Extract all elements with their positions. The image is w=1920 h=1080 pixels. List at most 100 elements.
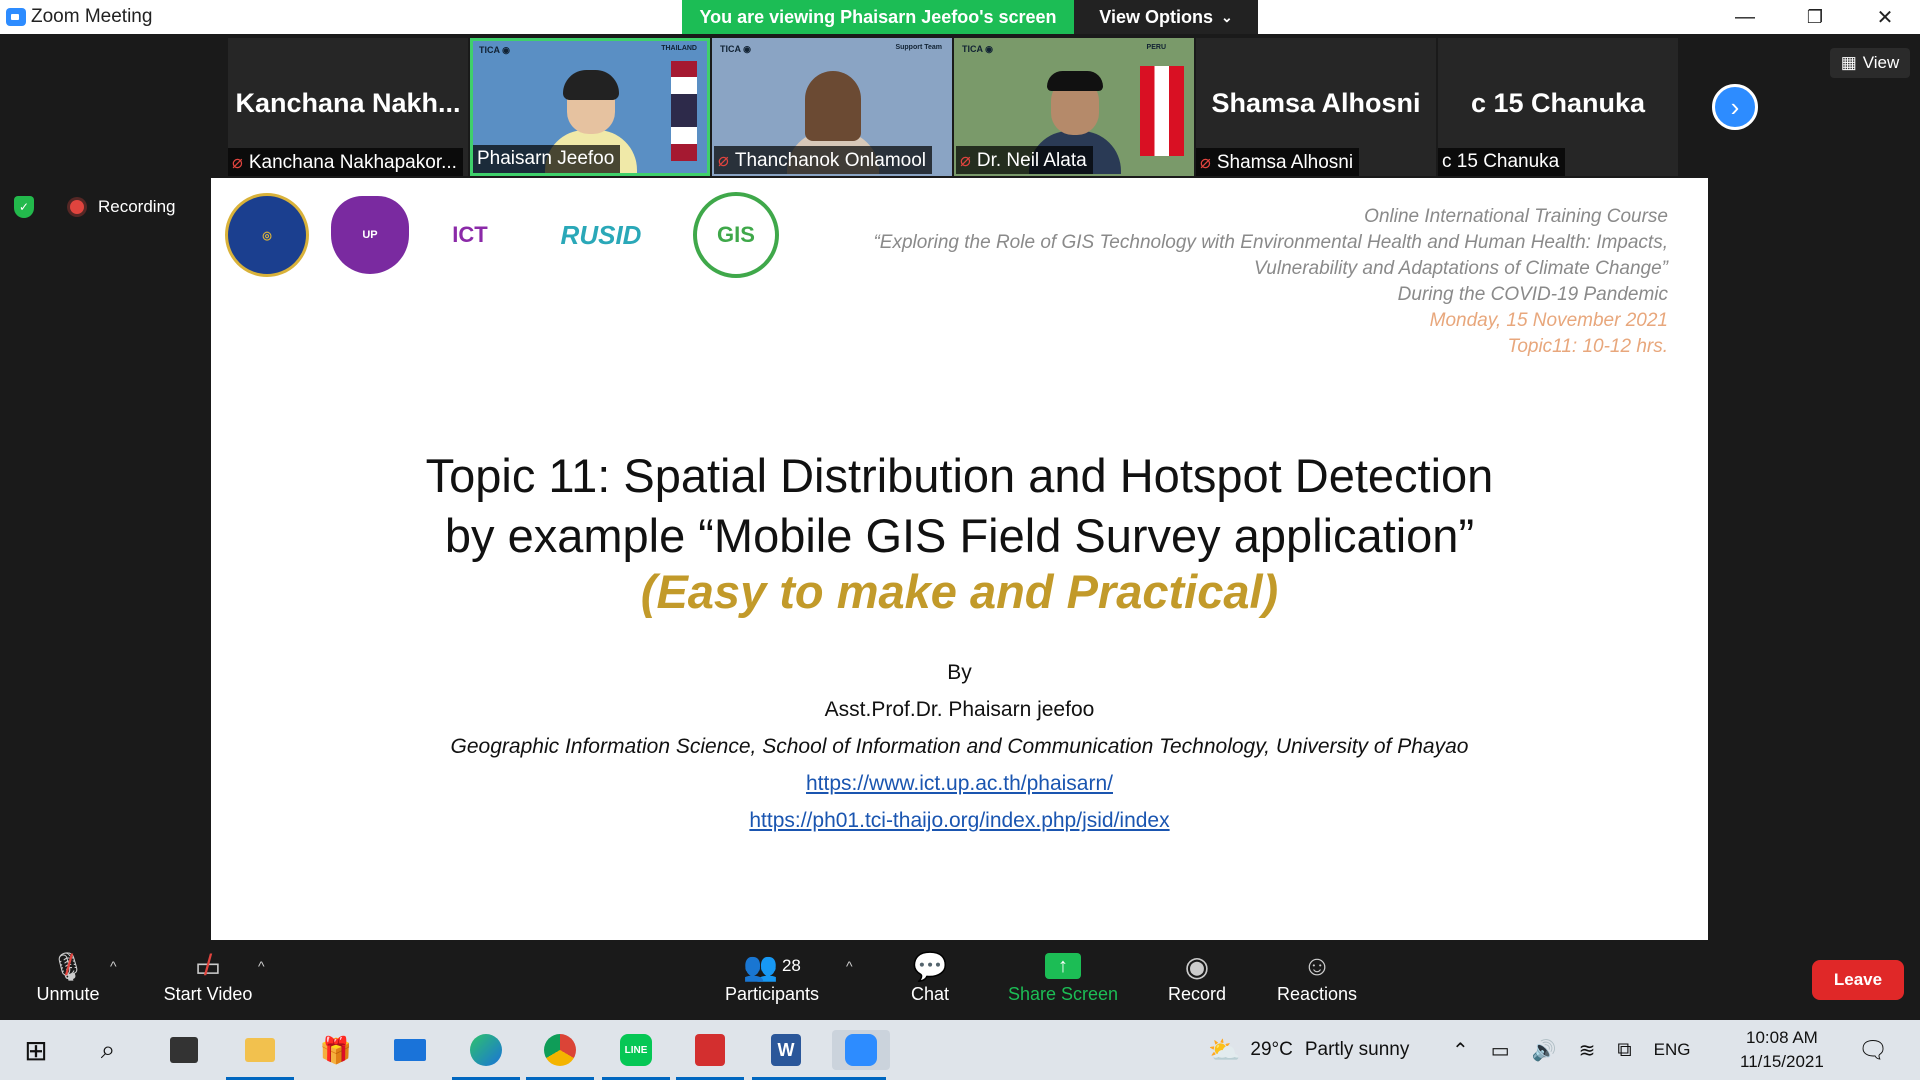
participant-label: ⌀ Kanchana Nakhapakor...: [228, 148, 463, 176]
participants-icon: 👥: [743, 950, 778, 982]
language-indicator[interactable]: ENG: [1654, 1040, 1691, 1060]
participant-label: ⌀ Thanchanok Onlamool: [714, 146, 933, 174]
participant-tile[interactable]: Shamsa Alhosni ⌀ Shamsa Alhosni: [1196, 38, 1436, 176]
participant-tile[interactable]: c 15 Chanuka c 15 Chanuka: [1438, 38, 1678, 176]
audio-options-caret-icon[interactable]: ^: [110, 958, 117, 974]
recording-label: Recording: [98, 197, 176, 216]
line-icon[interactable]: LINE: [602, 1030, 670, 1080]
mic-muted-icon: ⌀: [1200, 152, 1211, 172]
restore-button[interactable]: ❐: [1780, 0, 1850, 34]
share-screen-icon: ↑: [1045, 953, 1081, 979]
team-tag: Support Team: [895, 44, 942, 51]
weather-temp: 29°C: [1250, 1039, 1293, 1060]
course-date: Monday, 15 November 2021: [1429, 310, 1668, 331]
meeting-toolbar: 🎙 / Unmute ^ ▭ / Start Video ^ 👥 28 Partici…: [0, 940, 1920, 1020]
video-off-icon: ▭ /: [194, 949, 222, 982]
mail-icon[interactable]: [390, 1030, 430, 1070]
tica-logo: TICA ◉: [479, 45, 511, 55]
participants-button[interactable]: 👥 28 Participants: [718, 948, 826, 1005]
chevron-up-icon[interactable]: ⌃: [1452, 1038, 1469, 1063]
view-options-label: View Options: [1099, 6, 1213, 27]
clock-time: 10:08 AM: [1746, 1028, 1818, 1047]
chat-button[interactable]: 💬 Chat: [906, 948, 954, 1005]
close-button[interactable]: ✕: [1850, 0, 1920, 34]
chrome-icon[interactable]: [526, 1030, 594, 1080]
grid-view-icon: ▦: [1840, 53, 1857, 72]
shield-icon: ✓: [14, 196, 34, 218]
next-page-button[interactable]: ›: [1712, 84, 1758, 130]
slide-title-line: Topic 11: Spatial Distribution and Hotsp…: [425, 449, 1494, 502]
weather-widget[interactable]: ⛅ 29°C Partly sunny: [1208, 1020, 1409, 1080]
clock-date: 11/15/2021: [1740, 1052, 1824, 1071]
shared-screen-slide: ◎ UP ICT RUSID GIS Online International …: [211, 178, 1708, 940]
link-ict[interactable]: https://www.ict.up.ac.th/phaisarn/: [806, 772, 1113, 795]
zoom-taskbar-icon[interactable]: [818, 1030, 890, 1080]
course-time: Topic11: 10-12 hrs.: [1507, 336, 1668, 357]
store-icon[interactable]: [164, 1030, 204, 1070]
mic-muted-icon: ⌀: [960, 150, 971, 170]
participant-label: c 15 Chanuka: [1438, 148, 1566, 176]
start-video-label: Start Video: [163, 984, 253, 1004]
tica-logo: TICA ◉: [962, 44, 994, 54]
unmute-button[interactable]: 🎙 / Unmute: [32, 948, 104, 1005]
search-icon[interactable]: ⌕: [88, 1030, 128, 1070]
view-label: View: [1862, 53, 1900, 72]
participant-label: ⌀ Shamsa Alhosni: [1196, 148, 1360, 176]
participant-video-tile[interactable]: TICA ◉ THAILAND Phaisarn Jeefoo: [470, 38, 710, 176]
author-info: By Asst.Prof.Dr. Phaisarn jeefoo Geograp…: [211, 654, 1708, 839]
record-icon: ◉: [1184, 950, 1210, 982]
peru-flag: [1140, 66, 1184, 156]
volume-icon[interactable]: 🔊: [1532, 1038, 1557, 1063]
file-explorer-icon[interactable]: [226, 1030, 294, 1080]
phayao-logo: UP: [331, 196, 409, 274]
notifications-icon[interactable]: 🗨: [1858, 1020, 1888, 1080]
system-tray: ⌃ ▭ 🔊 ≋ ⧉ ENG: [1452, 1020, 1690, 1080]
participant-video-tile[interactable]: TICA ◉ PERU ⌀ Dr. Neil Alata: [954, 38, 1194, 176]
clock[interactable]: 10:08 AM 11/15/2021: [1740, 1020, 1824, 1080]
recording-dot-icon: [70, 200, 84, 214]
recording-indicator: ✓ Recording: [14, 196, 176, 218]
unmute-label: Unmute: [36, 984, 100, 1004]
mic-muted-icon: ⌀: [232, 152, 243, 172]
meet-now-icon[interactable]: ⧉: [1617, 1039, 1631, 1062]
record-button[interactable]: ◉ Record: [1162, 948, 1232, 1005]
course-line: Online International Training Course: [1364, 206, 1668, 227]
pdf-reader-icon[interactable]: [676, 1030, 744, 1080]
participant-name-display: c 15 Chanuka: [1470, 88, 1646, 118]
zoom-app-icon: [6, 8, 26, 26]
participant-tile[interactable]: Kanchana Nakh... ⌀ Kanchana Nakhapakor...: [228, 38, 468, 176]
title-bar: Zoom Meeting You are viewing Phaisarn Je…: [0, 0, 1920, 34]
course-info: Online International Training Course “Ex…: [873, 204, 1668, 360]
share-screen-button[interactable]: ↑ Share Screen: [1004, 948, 1122, 1005]
view-layout-button[interactable]: ▦ View: [1830, 48, 1910, 78]
participant-name-display: Shamsa Alhosni: [1211, 88, 1421, 118]
video-options-caret-icon[interactable]: ^: [258, 958, 265, 974]
view-options-button[interactable]: View Options ⌄: [1074, 0, 1258, 34]
reactions-button[interactable]: ☺ Reactions: [1272, 948, 1362, 1005]
leave-button[interactable]: Leave: [1812, 960, 1904, 1000]
windows-start-icon[interactable]: ⊞: [16, 1030, 56, 1070]
minimize-button[interactable]: —: [1710, 0, 1780, 34]
windows-taskbar: ⊞ ⌕ 🎁 LINE W ⛅ 29°C Partly sunny ⌃ ▭ 🔊 ≋…: [0, 1020, 1920, 1080]
gallery-strip: Kanchana Nakh... ⌀ Kanchana Nakhapakor...…: [228, 38, 1692, 176]
start-video-button[interactable]: ▭ / Start Video: [158, 948, 258, 1005]
slide-subtitle: (Easy to make and Practical): [640, 565, 1279, 618]
participant-video-tile[interactable]: TICA ◉ Support Team ⌀ Thanchanok Onlamool: [712, 38, 952, 176]
author-name: Asst.Prof.Dr. Phaisarn jeefoo: [824, 698, 1095, 721]
viewing-screen-banner: You are viewing Phaisarn Jeefoo's screen: [682, 0, 1074, 34]
ict-logo: ICT: [452, 222, 488, 247]
participants-label: Participants: [724, 984, 820, 1004]
gift-icon[interactable]: 🎁: [316, 1030, 356, 1070]
link-jsid[interactable]: https://ph01.tci-thaijo.org/index.php/js…: [749, 809, 1169, 832]
window-title: Zoom Meeting: [31, 6, 153, 27]
word-icon[interactable]: W: [752, 1030, 820, 1080]
slide-title: Topic 11: Spatial Distribution and Hotsp…: [211, 446, 1708, 566]
edge-icon[interactable]: [452, 1030, 520, 1080]
battery-icon[interactable]: ▭: [1491, 1038, 1510, 1063]
by-label: By: [947, 661, 972, 684]
participants-count: 28: [781, 956, 801, 975]
partly-sunny-icon: ⛅: [1208, 1034, 1241, 1065]
wifi-icon[interactable]: ≋: [1579, 1038, 1596, 1063]
reactions-icon: ☺: [1302, 950, 1332, 981]
participants-caret-icon[interactable]: ^: [846, 958, 853, 974]
